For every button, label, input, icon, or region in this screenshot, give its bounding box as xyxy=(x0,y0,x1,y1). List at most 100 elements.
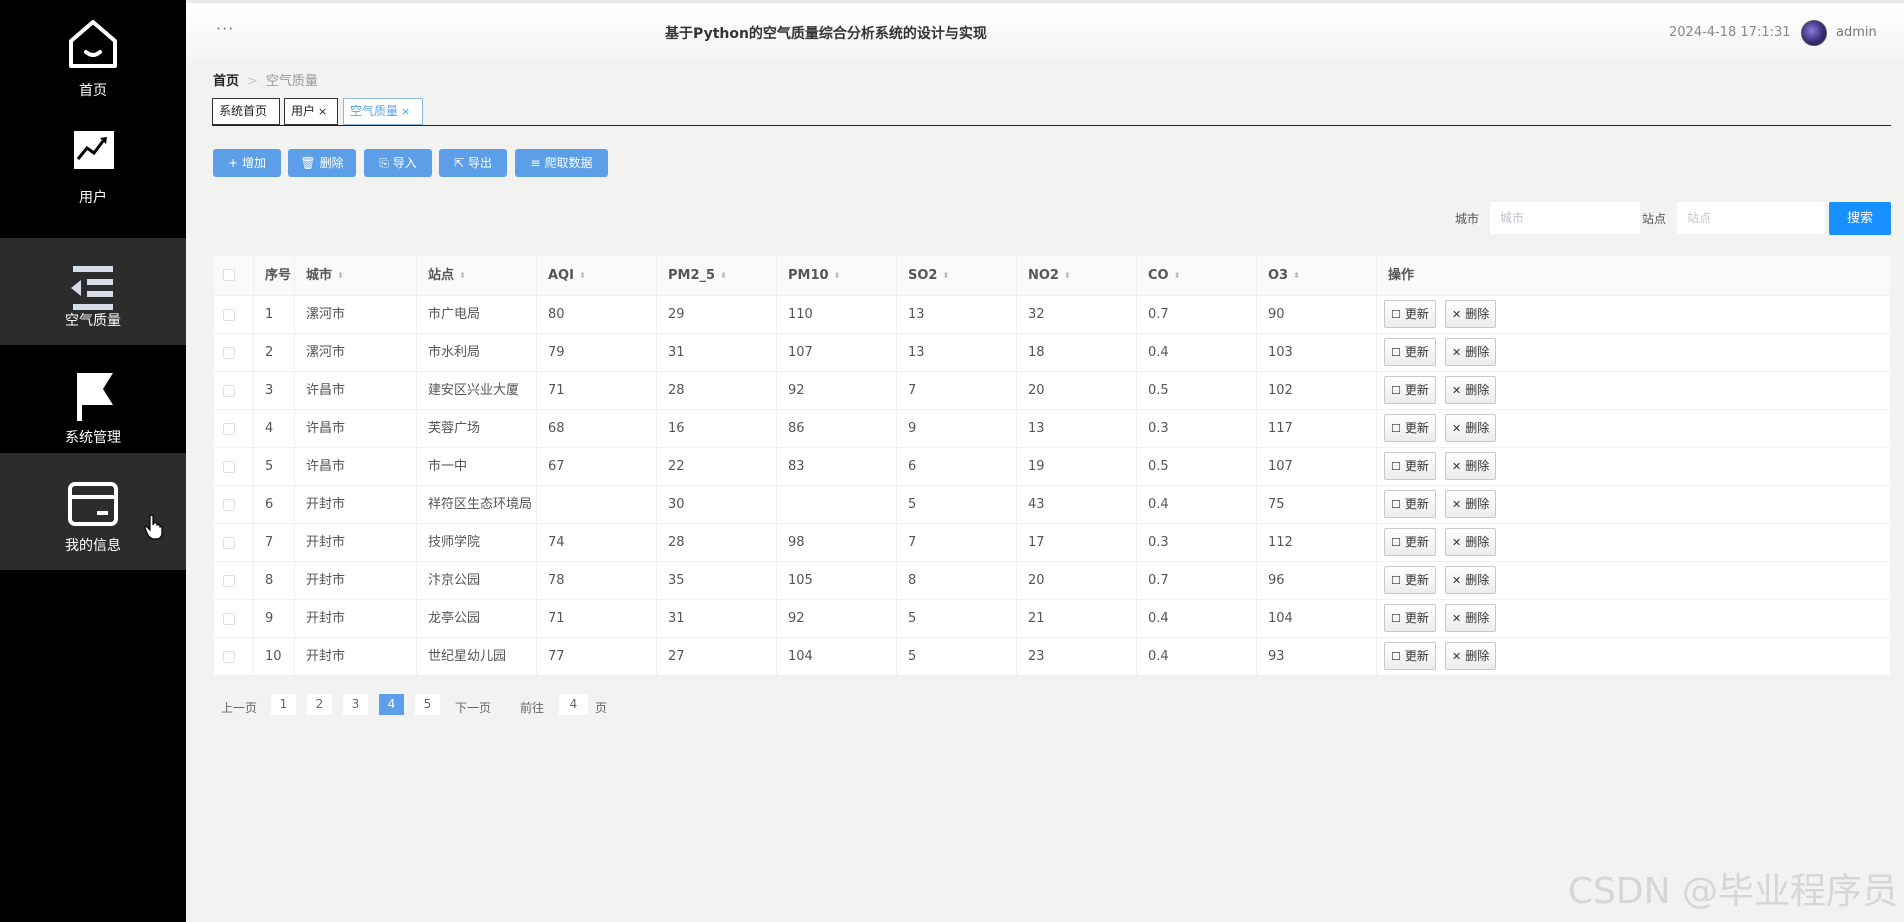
add-button-label: 增加 xyxy=(242,156,267,170)
tab-air-quality[interactable]: 空气质量 × xyxy=(343,98,423,125)
update-row-button[interactable]: ☐ 更新 xyxy=(1384,528,1436,556)
update-row-button[interactable]: ☐ 更新 xyxy=(1384,376,1436,404)
delete-row-button[interactable]: ✕ 删除 xyxy=(1445,566,1497,594)
goto-page-input[interactable] xyxy=(559,694,588,715)
tab-user[interactable]: 用户 × xyxy=(284,98,338,125)
delete-row-button[interactable]: ✕ 删除 xyxy=(1445,338,1497,366)
delete-row-button[interactable]: ✕ 删除 xyxy=(1445,528,1497,556)
row-checkbox[interactable] xyxy=(223,537,235,549)
table-cell: 龙亭公园 xyxy=(416,600,536,637)
column-header[interactable]: O3 ⬍ xyxy=(1256,256,1376,295)
row-checkbox[interactable] xyxy=(223,461,235,473)
page-number-4[interactable]: 4 xyxy=(379,694,404,715)
column-header[interactable]: SO2 ⬍ xyxy=(896,256,1016,295)
sidebar-item-my-info[interactable]: 我的信息 xyxy=(0,453,186,570)
sidebar-item-home[interactable]: 首页 xyxy=(0,0,186,107)
update-row-button[interactable]: ☐ 更新 xyxy=(1384,604,1436,632)
page-number-2[interactable]: 2 xyxy=(307,694,332,715)
sort-icon[interactable]: ⬍ xyxy=(1174,271,1181,279)
update-row-button[interactable]: ☐ 更新 xyxy=(1384,642,1436,670)
column-header[interactable]: 城市 ⬍ xyxy=(294,256,416,295)
update-row-button[interactable]: ☐ 更新 xyxy=(1384,566,1436,594)
next-page-button[interactable]: 下一页 xyxy=(455,699,491,716)
search-button[interactable]: 搜索 xyxy=(1829,202,1891,235)
table-cell: 13 xyxy=(1016,410,1136,447)
column-header[interactable]: PM2_5 ⬍ xyxy=(656,256,776,295)
delete-button[interactable]: 🗑 删除 xyxy=(288,149,356,177)
select-all-checkbox[interactable] xyxy=(223,269,235,281)
sort-icon[interactable]: ⬍ xyxy=(942,271,949,279)
sort-icon[interactable]: ⬍ xyxy=(1064,271,1071,279)
update-row-button-label: 更新 xyxy=(1404,345,1429,359)
sidebar-item-air-quality[interactable]: 空气质量 xyxy=(0,238,186,345)
table-cell: 0.4 xyxy=(1136,600,1256,637)
add-button[interactable]: + 增加 xyxy=(213,149,281,177)
column-header[interactable]: AQI ⬍ xyxy=(536,256,656,295)
update-row-button[interactable]: ☐ 更新 xyxy=(1384,300,1436,328)
column-header[interactable]: 站点 ⬍ xyxy=(416,256,536,295)
row-checkbox[interactable] xyxy=(223,347,235,359)
sidebar-item-user[interactable]: 用户 xyxy=(0,107,186,214)
crawl-button-label: 爬取数据 xyxy=(544,156,593,170)
table-cell: 96 xyxy=(1256,562,1376,599)
update-row-button[interactable]: ☐ 更新 xyxy=(1384,490,1436,518)
tab-system-home[interactable]: 系统首页 xyxy=(212,98,280,125)
update-row-button[interactable]: ☐ 更新 xyxy=(1384,414,1436,442)
page-number-5[interactable]: 5 xyxy=(415,694,440,715)
row-checkbox[interactable] xyxy=(223,613,235,625)
export-button[interactable]: ⇱ 导出 xyxy=(439,149,507,177)
update-row-button[interactable]: ☐ 更新 xyxy=(1384,452,1436,480)
update-row-button[interactable]: ☐ 更新 xyxy=(1384,338,1436,366)
page-number-3[interactable]: 3 xyxy=(343,694,368,715)
table-cell: 5 xyxy=(253,448,294,485)
delete-row-button[interactable]: ✕ 删除 xyxy=(1445,414,1497,442)
edit-icon: ☐ xyxy=(1391,536,1401,549)
table-cell: 9 xyxy=(253,600,294,637)
sort-icon[interactable]: ⬍ xyxy=(459,271,466,279)
sort-icon[interactable]: ⬍ xyxy=(720,271,727,279)
table-cell: 20 xyxy=(1016,562,1136,599)
row-select-cell xyxy=(214,524,253,561)
trash-icon: 🗑 xyxy=(300,156,316,170)
sidebar-item-label: 空气质量 xyxy=(65,313,121,329)
row-checkbox[interactable] xyxy=(223,385,235,397)
sort-icon[interactable]: ⬍ xyxy=(579,271,586,279)
row-checkbox[interactable] xyxy=(223,499,235,511)
close-icon[interactable]: × xyxy=(318,105,327,118)
delete-row-button[interactable]: ✕ 删除 xyxy=(1445,490,1497,518)
delete-row-button[interactable]: ✕ 删除 xyxy=(1445,642,1497,670)
sidebar-item-system[interactable]: 系统管理 xyxy=(0,345,186,452)
delete-row-button[interactable]: ✕ 删除 xyxy=(1445,604,1497,632)
breadcrumb-home[interactable]: 首页 xyxy=(213,74,239,89)
delete-row-button[interactable]: ✕ 删除 xyxy=(1445,300,1497,328)
delete-row-button[interactable]: ✕ 删除 xyxy=(1445,452,1497,480)
table-cell: 19 xyxy=(1016,448,1136,485)
avatar[interactable] xyxy=(1801,20,1827,46)
row-actions: ☐ 更新 ✕ 删除 xyxy=(1376,372,1890,409)
prev-page-button[interactable]: 上一页 xyxy=(221,699,257,716)
table-cell: 市广电局 xyxy=(416,296,536,333)
close-icon: ✕ xyxy=(1452,422,1462,435)
column-header[interactable]: PM10 ⬍ xyxy=(776,256,896,295)
sort-icon[interactable]: ⬍ xyxy=(337,271,344,279)
row-select-cell xyxy=(214,600,253,637)
close-icon[interactable]: × xyxy=(401,105,410,118)
row-checkbox[interactable] xyxy=(223,309,235,321)
station-search-input[interactable] xyxy=(1677,202,1825,234)
city-search-input[interactable] xyxy=(1490,202,1640,234)
page-number-1[interactable]: 1 xyxy=(271,694,296,715)
delete-row-button[interactable]: ✕ 删除 xyxy=(1445,376,1497,404)
crawl-data-button[interactable]: ≡ 爬取数据 xyxy=(515,149,608,177)
row-checkbox[interactable] xyxy=(223,423,235,435)
column-header[interactable]: CO ⬍ xyxy=(1136,256,1256,295)
username[interactable]: admin xyxy=(1836,25,1877,40)
row-checkbox[interactable] xyxy=(223,575,235,587)
sort-icon[interactable]: ⬍ xyxy=(1293,271,1300,279)
column-header[interactable]: NO2 ⬍ xyxy=(1016,256,1136,295)
row-checkbox[interactable] xyxy=(223,651,235,663)
table-cell: 开封市 xyxy=(294,524,416,561)
table-cell: 开封市 xyxy=(294,486,416,523)
import-button[interactable]: ⎘ 导入 xyxy=(364,149,432,177)
row-select-cell xyxy=(214,334,253,371)
sort-icon[interactable]: ⬍ xyxy=(834,271,841,279)
